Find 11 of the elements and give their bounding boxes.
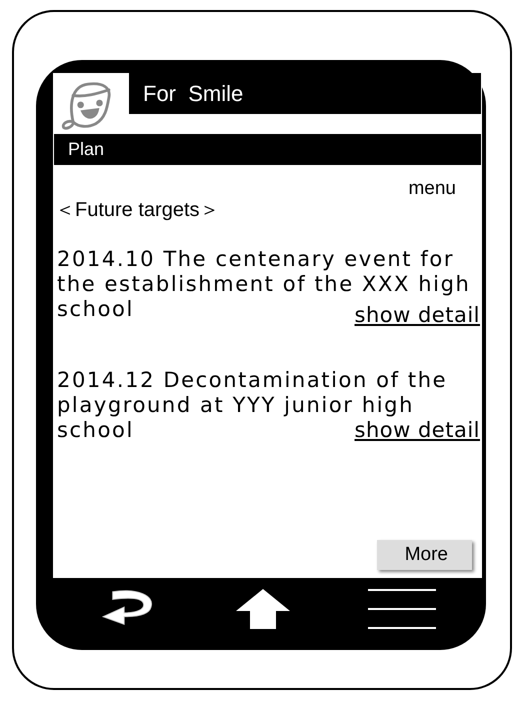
app-title: For Smile (143, 80, 244, 106)
menu-icon[interactable] (368, 588, 436, 630)
show-detail-link[interactable]: show detail (354, 303, 480, 328)
more-button[interactable]: More (376, 540, 472, 570)
up-arrow-icon[interactable] (234, 587, 292, 631)
section-heading: ＜Future targets＞ (55, 198, 221, 223)
show-detail-link[interactable]: show detail (354, 418, 480, 443)
target-text: 2014.10 The centenary event for the establishment of the XXX high school show detail (57, 247, 480, 328)
target-text: 2014.12 Decontamination of the playground at YYY junior high school show detail (57, 368, 480, 443)
section-title: Plan (68, 139, 104, 160)
menu-link[interactable]: menu (408, 178, 456, 200)
